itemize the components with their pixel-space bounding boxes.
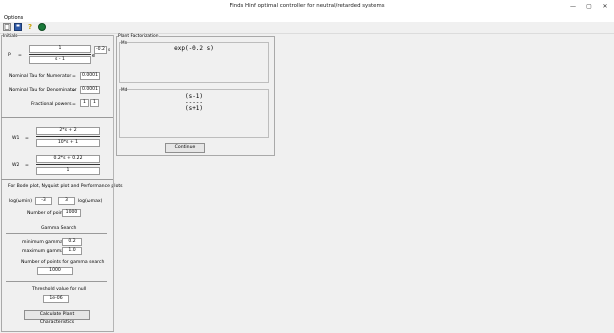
log-wmax-label: log(ωmax) xyxy=(78,199,103,204)
plots-heading: For Bode plot, Nyquist plot and Performa… xyxy=(8,184,123,189)
window-title: Finds Hinf optimal controller for neutra… xyxy=(229,3,385,9)
w2-fraction-bar xyxy=(36,164,100,165)
w2-label: W2 xyxy=(12,163,20,168)
w1-fraction-bar xyxy=(36,136,100,137)
log-wmax-field[interactable]: 3 xyxy=(58,197,75,205)
save-icon[interactable] xyxy=(14,23,22,31)
p-fraction-bar xyxy=(29,54,91,55)
tau-numerator-label: Nominal Tau for Numerator xyxy=(9,74,72,79)
w2-equals: = xyxy=(25,163,29,168)
p-exp-label: e xyxy=(92,53,96,59)
threshold-label: Threshold value for null xyxy=(32,287,87,292)
p-s-label: s xyxy=(108,47,111,52)
gamma-points-field[interactable]: 1000 xyxy=(37,267,73,275)
divider xyxy=(1,179,113,180)
maximum-gamma-field[interactable]: 1.0 xyxy=(62,247,82,255)
initials-heading: Initials xyxy=(3,34,18,39)
w1-denominator-field[interactable]: 10*s + 1 xyxy=(36,139,100,147)
continue-button[interactable]: Continue xyxy=(165,143,205,153)
p-numerator-field[interactable]: 1 xyxy=(29,45,91,53)
menu-options[interactable]: Options xyxy=(4,15,23,21)
divider xyxy=(6,281,107,282)
help-icon[interactable]: ? xyxy=(26,23,34,31)
threshold-field[interactable]: 1e-06 xyxy=(43,295,69,303)
w1-label: W1 xyxy=(12,136,20,141)
minimum-gamma-field[interactable]: 0.2 xyxy=(62,238,82,246)
gamma-divider xyxy=(6,233,107,234)
log-wmin-field[interactable]: -3 xyxy=(35,197,52,205)
w2-numerator-field[interactable]: 0.2*s + 0.22 xyxy=(36,155,100,163)
minimize-button[interactable]: — xyxy=(566,2,580,11)
number-of-points-label: Number of points xyxy=(27,211,67,216)
tau-denominator-equals: = xyxy=(72,88,76,93)
menu-bar xyxy=(0,14,614,22)
info-icon[interactable] xyxy=(38,23,46,31)
number-of-points-field[interactable]: 1000 xyxy=(62,209,81,217)
fractional-power-a-field[interactable]: 1 xyxy=(80,99,89,107)
toolbar xyxy=(0,22,614,34)
mn-expression: exp(-0.2 s) xyxy=(174,45,214,52)
plant-factorization-title: Plant Factorization xyxy=(118,34,159,39)
maximize-button[interactable]: ▢ xyxy=(582,2,596,11)
gamma-search-heading: Gamma Search xyxy=(41,226,77,231)
fractional-powers-equals: = xyxy=(72,102,76,107)
tau-denominator-field[interactable]: 0.0001 xyxy=(80,86,100,94)
vertical-divider xyxy=(113,35,114,331)
p-denominator-field[interactable]: s - 1 xyxy=(29,56,91,64)
divider xyxy=(1,117,113,118)
log-wmin-label: log(ωmin) xyxy=(9,199,33,204)
close-button[interactable]: ✕ xyxy=(598,2,612,11)
gamma-points-label: Number of points for gamma search xyxy=(21,260,105,265)
md-label: Md xyxy=(121,87,128,92)
md-denominator: (s+1) xyxy=(184,105,204,112)
tau-numerator-field[interactable]: 0.0001 xyxy=(80,72,100,80)
new-file-icon[interactable] xyxy=(3,23,11,31)
tau-denominator-label: Nominal Tau for Denominator xyxy=(9,88,77,93)
tau-numerator-equals: = xyxy=(72,74,76,79)
p-equals: = xyxy=(18,53,22,58)
w1-numerator-field[interactable]: 2*s + 2 xyxy=(36,127,100,135)
fractional-power-b-field[interactable]: 1 xyxy=(90,99,99,107)
w1-equals: = xyxy=(25,136,29,141)
p-label: P xyxy=(8,53,11,58)
fractional-powers-label: Fractional powers xyxy=(31,102,72,107)
w2-denominator-field[interactable]: 1 xyxy=(36,167,100,175)
calculate-plant-button[interactable]: Calculate Plant Characteristics xyxy=(24,310,90,325)
p-delay-field[interactable]: -0.2 xyxy=(94,46,107,54)
